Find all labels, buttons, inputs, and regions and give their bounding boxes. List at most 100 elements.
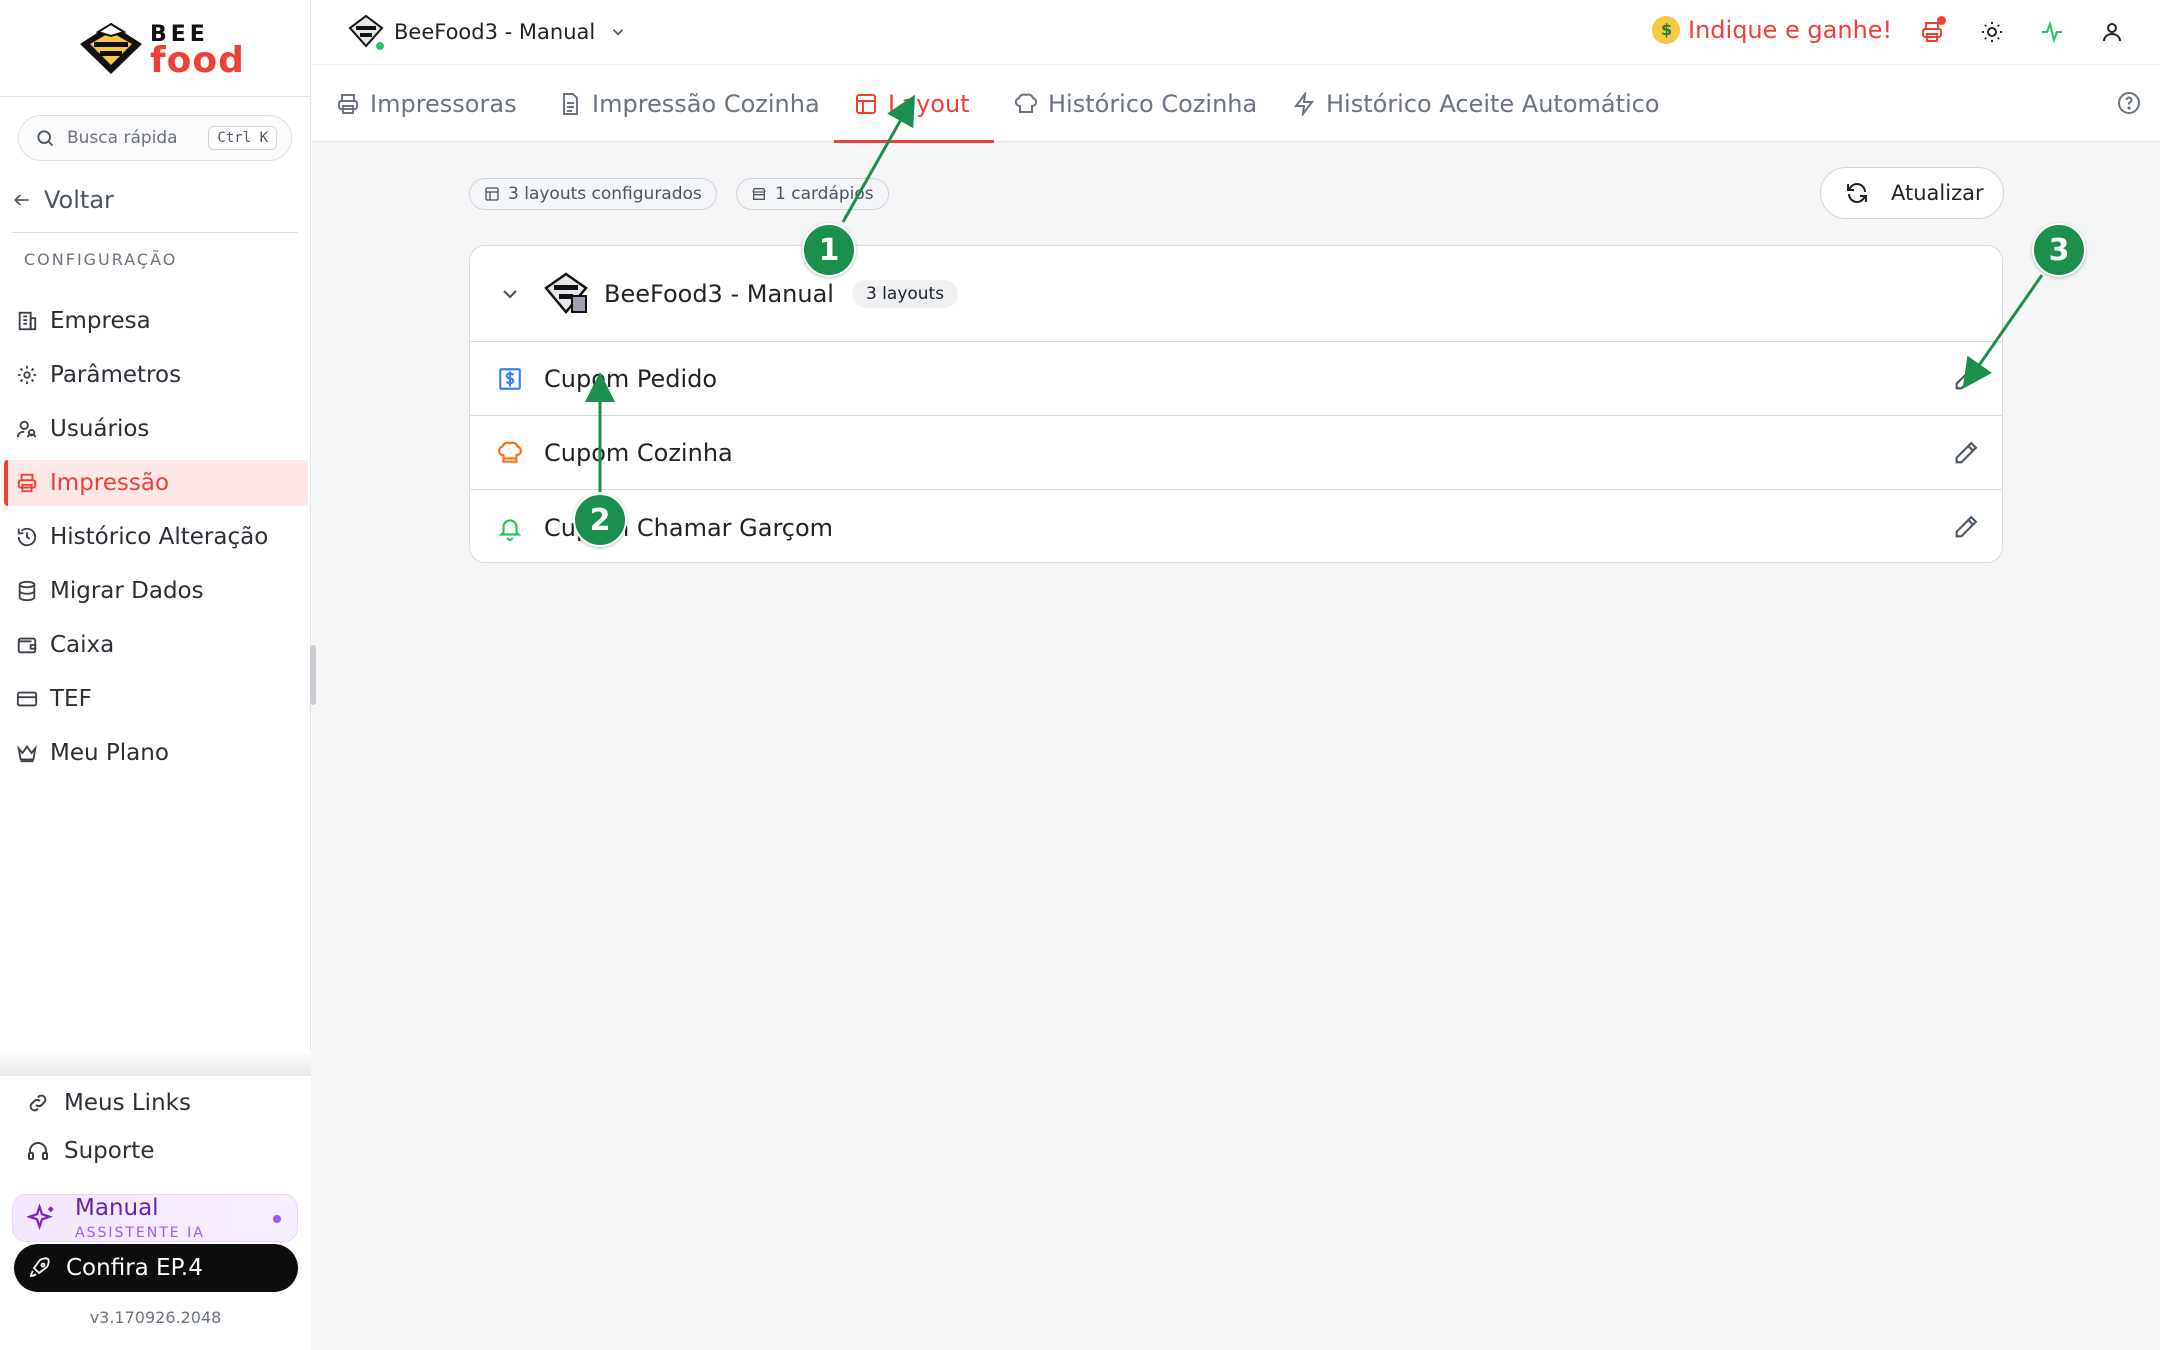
layout-icon — [485, 187, 499, 201]
user-menu-button[interactable] — [2098, 18, 2126, 46]
sidebar-item-label: Parâmetros — [50, 362, 182, 388]
menus-count-chip: 1 cardápios — [736, 178, 889, 210]
sun-icon — [1982, 22, 2002, 42]
divider — [0, 96, 311, 97]
back-link[interactable]: Voltar — [12, 186, 114, 214]
group-title: BeeFood3 - Manual — [604, 279, 834, 308]
sidebar-item-label: Empresa — [50, 308, 151, 334]
logo-text-food: food — [150, 40, 245, 81]
tab-historico-aceite-automatico[interactable]: Histórico Aceite Automático — [1292, 65, 1660, 142]
sidebar-item-empresa[interactable]: Empresa — [4, 298, 308, 344]
tab-label: Impressoras — [370, 89, 517, 118]
layouts-count-badge: 3 layouts — [851, 279, 959, 308]
layout-row-cupom-pedido[interactable]: Cupom Pedido — [470, 343, 2002, 416]
referral-link[interactable]: Indique e ganhe! — [1652, 16, 1892, 44]
layout-row-cupom-cozinha[interactable]: Cupom Cozinha — [470, 417, 2002, 490]
tab-impressao-cozinha[interactable]: Impressão Cozinha — [558, 65, 820, 142]
sidebar-item-meu-plano[interactable]: Meu Plano — [4, 730, 308, 776]
tab-label: Impressão Cozinha — [592, 89, 820, 118]
ai-assistant-button[interactable]: Manual ASSISTENTE IA — [12, 1194, 298, 1242]
layout-group-header[interactable]: BeeFood3 - Manual 3 layouts — [470, 246, 2002, 342]
chevron-down-icon[interactable] — [498, 282, 522, 306]
refresh-icon — [1847, 183, 1867, 203]
store-icon — [752, 188, 766, 200]
store-selector[interactable]: BeeFood3 - Manual — [348, 14, 627, 52]
pencil-icon[interactable] — [1952, 439, 1980, 467]
quick-search[interactable]: Busca rápida Ctrl K — [18, 115, 292, 161]
help-button[interactable] — [2117, 91, 2141, 115]
chef-hat-icon — [1014, 93, 1038, 113]
sidebar-item-label: Usuários — [50, 416, 150, 442]
headset-icon — [28, 1142, 48, 1160]
crown-icon — [14, 740, 40, 766]
back-label: Voltar — [44, 186, 114, 214]
sidebar-item-label: Meu Plano — [50, 740, 169, 766]
sidebar-nav: Empresa Parâmetros Usuários Impressão Hi… — [4, 298, 308, 784]
annotation-marker-3: 3 — [2032, 223, 2086, 277]
annotation-marker-1: 1 — [802, 223, 856, 277]
bell-icon — [496, 514, 524, 542]
sidebar-item-parametros[interactable]: Parâmetros — [4, 352, 308, 398]
episode-button[interactable]: Confira EP.4 — [14, 1244, 298, 1292]
chip-label: 3 layouts configurados — [508, 184, 702, 204]
support-link[interactable]: Suporte — [26, 1138, 154, 1164]
sidebar-item-caixa[interactable]: Caixa — [4, 622, 308, 668]
refresh-label: Atualizar — [1891, 181, 1984, 205]
online-status-dot — [374, 40, 386, 52]
sidebar: BEE food Busca rápida Ctrl K Voltar CONF… — [0, 0, 311, 1350]
printer-status-button[interactable] — [1918, 16, 1946, 46]
search-icon — [37, 130, 54, 147]
sidebar-item-usuarios[interactable]: Usuários — [4, 406, 308, 452]
referral-label: Indique e ganhe! — [1688, 16, 1893, 44]
pencil-icon[interactable] — [1952, 365, 1980, 393]
document-icon — [563, 92, 578, 115]
app-version: v3.170926.2048 — [89, 1308, 222, 1327]
layout-group-card: BeeFood3 - Manual 3 layouts Cupom Pedido… — [469, 245, 2003, 563]
tab-layout[interactable]: Layout — [834, 65, 994, 143]
sparkles-icon — [27, 1203, 54, 1231]
layouts-count-chip: 3 layouts configurados — [469, 178, 717, 210]
my-links-link[interactable]: Meus Links — [26, 1090, 191, 1116]
pencil-icon[interactable] — [1952, 513, 1980, 541]
section-title: CONFIGURAÇÃO — [24, 250, 178, 269]
app-logo[interactable]: BEE food — [78, 18, 244, 81]
sidebar-item-label: Histórico Alteração — [50, 524, 269, 550]
money-face-icon — [1652, 16, 1680, 44]
sidebar-item-label: Impressão — [50, 470, 170, 496]
store-name: BeeFood3 - Manual — [394, 20, 596, 44]
divider — [12, 232, 298, 233]
sidebar-item-migrar-dados[interactable]: Migrar Dados — [4, 568, 308, 614]
store-logo-icon — [544, 271, 588, 314]
activity-button[interactable] — [2038, 18, 2066, 46]
bolt-icon — [1294, 91, 1314, 116]
refresh-button[interactable]: Atualizar — [1820, 167, 2004, 219]
my-links-label: Meus Links — [64, 1090, 191, 1116]
printer-icon — [14, 470, 40, 496]
episode-label: Confira EP.4 — [66, 1255, 203, 1281]
tab-historico-cozinha[interactable]: Histórico Cozinha — [1014, 65, 1257, 142]
rocket-icon — [29, 1257, 50, 1278]
help-circle-icon — [2118, 92, 2140, 114]
sidebar-scroll-shade — [0, 1050, 311, 1076]
link-icon — [29, 1094, 47, 1112]
theme-toggle-button[interactable] — [1978, 18, 2006, 46]
annotation-marker-2: 2 — [573, 493, 627, 547]
assistant-status-dot — [273, 1215, 281, 1223]
wallet-icon — [14, 632, 40, 658]
support-label: Suporte — [64, 1138, 155, 1164]
search-shortcut: Ctrl K — [208, 126, 277, 150]
tab-impressoras[interactable]: Impressoras — [336, 65, 517, 142]
arrow-left-icon — [14, 194, 29, 206]
notification-dot — [1937, 16, 1946, 25]
layout-icon — [856, 93, 876, 114]
layout-name: Cupom Cozinha — [544, 439, 733, 467]
sidebar-item-impressao[interactable]: Impressão — [4, 460, 308, 506]
search-placeholder: Busca rápida — [67, 128, 178, 148]
sidebar-resize-handle[interactable] — [310, 645, 316, 705]
sidebar-item-historico-alteracao[interactable]: Histórico Alteração — [4, 514, 308, 560]
bee-logo-icon — [80, 22, 142, 74]
sidebar-item-tef[interactable]: TEF — [4, 676, 308, 722]
top-bar: BeeFood3 - Manual Indique e ganhe! — [312, 0, 2160, 64]
tab-label: Layout — [888, 89, 970, 118]
layout-row-cupom-chamar-garcom[interactable]: Cupom Chamar Garçom — [470, 491, 2002, 562]
